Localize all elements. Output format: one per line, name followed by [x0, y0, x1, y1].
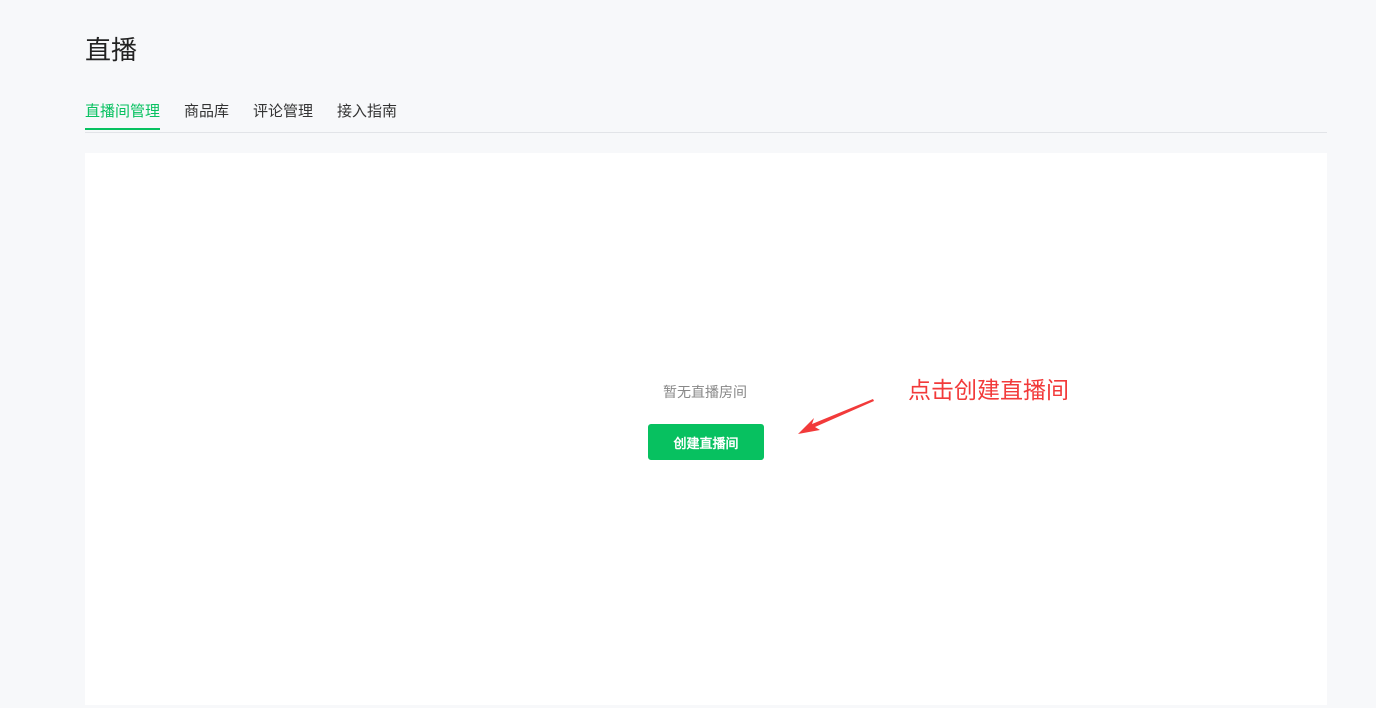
content-panel: 暂无直播房间 创建直播间 [85, 153, 1327, 705]
annotation-text: 点击创建直播间 [908, 378, 1069, 404]
annotation-arrow-icon [798, 399, 874, 434]
tab-access-guide[interactable]: 接入指南 [337, 94, 397, 130]
page-title: 直播 [85, 36, 138, 66]
empty-state-text: 暂无直播房间 [85, 382, 1327, 402]
tab-bar: 直播间管理 商品库 评论管理 接入指南 [85, 94, 1327, 133]
tab-live-room-management[interactable]: 直播间管理 [85, 94, 161, 130]
empty-state-label: 暂无直播房间 [663, 385, 747, 401]
tab-product-library[interactable]: 商品库 [184, 94, 229, 130]
create-live-room-button[interactable]: 创建直播间 [648, 424, 764, 460]
tab-comment-management[interactable]: 评论管理 [253, 94, 313, 130]
